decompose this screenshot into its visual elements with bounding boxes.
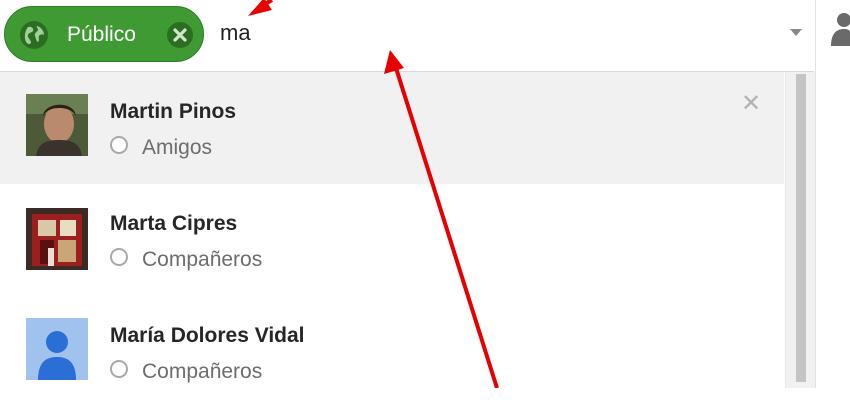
suggestion-circle: Compañeros	[142, 360, 263, 383]
circle-icon	[110, 136, 128, 154]
avatar	[26, 208, 88, 270]
remove-suggestion-icon[interactable]: ✕	[741, 92, 761, 116]
dropdown-caret-icon[interactable]	[790, 29, 802, 36]
person-icon	[831, 13, 850, 46]
circle-icon	[110, 248, 128, 266]
audience-chip-public[interactable]: Público	[4, 6, 204, 62]
audience-chip-label: Público	[67, 23, 136, 46]
avatar	[26, 94, 88, 156]
suggestion-item[interactable]: María Dolores Vidal Compañeros	[0, 296, 784, 408]
suggestion-name: Martin Pinos	[110, 100, 237, 123]
share-search-input[interactable]	[220, 16, 760, 50]
suggestion-name: María Dolores Vidal	[110, 324, 305, 347]
scrollbar-thumb[interactable]	[796, 74, 806, 382]
suggestion-circle: Compañeros	[142, 248, 263, 271]
remove-chip-icon[interactable]	[166, 21, 194, 49]
scrollbar[interactable]	[785, 72, 815, 388]
globe-icon	[20, 21, 48, 49]
right-panel	[815, 0, 850, 388]
circle-icon	[110, 360, 128, 378]
suggestion-name: Marta Cipres	[110, 212, 238, 235]
suggestion-dropdown: Martin Pinos Amigos ✕ Marta Cipres Compa…	[0, 72, 815, 388]
avatar	[26, 318, 88, 380]
suggestion-item[interactable]: Martin Pinos Amigos ✕	[0, 72, 784, 184]
suggestion-circle: Amigos	[142, 136, 213, 159]
suggestion-item[interactable]: Marta Cipres Compañeros	[0, 184, 784, 296]
share-input-bar: Público	[0, 0, 814, 72]
